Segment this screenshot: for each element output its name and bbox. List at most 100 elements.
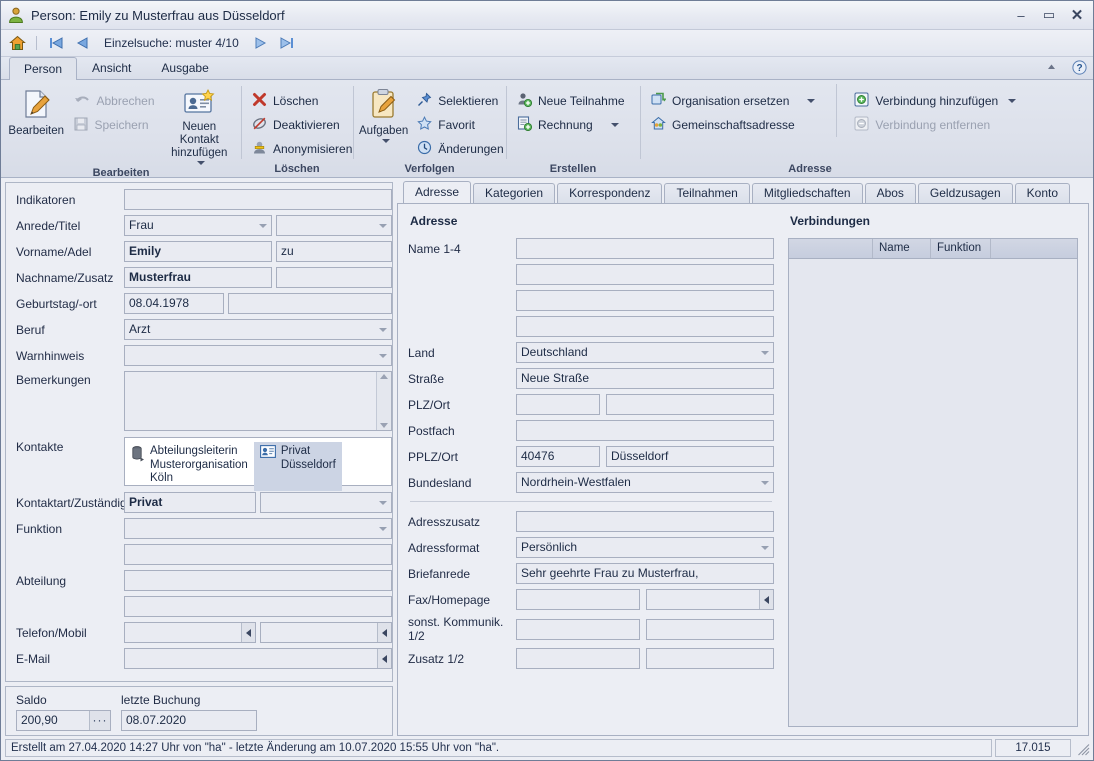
ribbon-button-verbindung-entfernen[interactable]: Verbindung entfernen: [849, 113, 1021, 137]
field-fax[interactable]: [516, 589, 640, 610]
field-land[interactable]: Deutschland: [516, 342, 774, 363]
field-vorname[interactable]: Emily: [124, 241, 272, 262]
ribbon-button-abbrechen[interactable]: Abbrechen: [69, 89, 159, 113]
ribbon-button-speichern[interactable]: Speichern: [69, 113, 159, 137]
field-geburtstag[interactable]: 08.04.1978: [124, 293, 224, 314]
homepage-dropdown-button[interactable]: [759, 590, 773, 609]
chevron-down-icon[interactable]: [379, 500, 387, 505]
ribbon-button-bearbeiten[interactable]: Bearbeiten: [7, 84, 65, 138]
field-abteilung2[interactable]: [124, 596, 392, 617]
chevron-down-icon[interactable]: [761, 350, 769, 355]
field-kontaktart[interactable]: Privat: [124, 492, 256, 513]
field-name4[interactable]: [516, 316, 774, 337]
ribbon-button-loeschen[interactable]: Löschen: [247, 89, 357, 113]
field-letzte-buchung[interactable]: 08.07.2020: [121, 710, 257, 731]
field-sonst-kommunik-2[interactable]: [646, 618, 774, 640]
tab-teilnahmen[interactable]: Teilnahmen: [664, 183, 750, 203]
field-abteilung[interactable]: [124, 570, 392, 591]
kontakte-list[interactable]: Abteilungsleiterin Musterorganisation Kö…: [124, 437, 392, 491]
field-zustaendig[interactable]: [260, 492, 392, 513]
ribbon-button-gemeinschaftsadresse[interactable]: Gemeinschaftsadresse: [646, 113, 820, 137]
field-anrede[interactable]: Frau: [124, 215, 272, 236]
saldo-details-button[interactable]: ···: [89, 711, 110, 730]
home-icon[interactable]: [7, 34, 27, 52]
field-strasse[interactable]: Neue Straße: [516, 368, 774, 389]
field-homepage[interactable]: [646, 589, 774, 610]
ribbon-button-selektieren[interactable]: Selektieren: [412, 89, 508, 113]
minimize-button[interactable]: –: [1007, 4, 1035, 26]
chevron-down-icon[interactable]: [259, 223, 267, 228]
ribbon-button-favorit[interactable]: Favorit: [412, 113, 508, 137]
field-email[interactable]: [124, 648, 392, 669]
field-titel[interactable]: [276, 215, 392, 236]
field-sonst-kommunik-1[interactable]: [516, 618, 640, 640]
tab-abos[interactable]: Abos: [864, 183, 916, 203]
scroll-down-icon[interactable]: [380, 423, 388, 428]
close-button[interactable]: ✕: [1063, 4, 1091, 26]
ribbon-button-aufgaben[interactable]: Aufgaben: [359, 84, 408, 143]
field-name3[interactable]: [516, 290, 774, 311]
field-plz[interactable]: [516, 394, 600, 415]
next-record-icon[interactable]: [251, 34, 271, 52]
field-port[interactable]: Düsseldorf: [606, 446, 774, 467]
chevron-down-icon[interactable]: [381, 139, 390, 143]
field-saldo[interactable]: 200,90 ···: [16, 710, 111, 731]
list-item[interactable]: Privat Düsseldorf: [253, 442, 342, 491]
field-funktion2[interactable]: [124, 544, 392, 565]
column-header-name[interactable]: Name: [873, 239, 931, 258]
field-bemerkungen[interactable]: [124, 371, 392, 431]
telefon-dropdown-button[interactable]: [241, 623, 255, 642]
list-item[interactable]: Abteilungsleiterin Musterorganisation Kö…: [125, 442, 254, 491]
ribbon-button-neue-teilnahme[interactable]: Neue Teilnahme: [512, 89, 630, 113]
ribbon-button-organisation-ersetzen[interactable]: Organisation ersetzen: [646, 89, 820, 113]
field-funktion[interactable]: [124, 518, 392, 539]
tab-konto[interactable]: Konto: [1014, 183, 1070, 203]
chevron-down-icon[interactable]: [379, 223, 387, 228]
chevron-down-icon[interactable]: [761, 480, 769, 485]
ribbon-button-verbindung-hinzufuegen[interactable]: Verbindung hinzufügen: [849, 89, 1021, 113]
field-telefon[interactable]: [124, 622, 256, 643]
field-zusatz-1[interactable]: [516, 648, 640, 669]
chevron-down-icon[interactable]: [379, 353, 387, 358]
collapse-ribbon-icon[interactable]: [1045, 61, 1058, 77]
field-name1[interactable]: [516, 238, 774, 259]
email-dropdown-button[interactable]: [377, 649, 391, 668]
field-adresszusatz[interactable]: [516, 511, 774, 532]
field-beruf[interactable]: Arzt: [124, 319, 392, 340]
field-mobil[interactable]: [260, 622, 392, 643]
first-record-icon[interactable]: [46, 34, 66, 52]
field-postfach[interactable]: [516, 420, 774, 441]
ribbon-button-deaktivieren[interactable]: Deaktivieren: [247, 113, 357, 137]
field-zusatz-2[interactable]: [646, 648, 774, 669]
previous-record-icon[interactable]: [72, 34, 92, 52]
ribbon-button-rechnung[interactable]: Rechnung: [512, 113, 630, 137]
field-geburtsort[interactable]: [228, 293, 392, 314]
ribbon-tab-ausgabe[interactable]: Ausgabe: [146, 57, 223, 79]
memo-scrollbar[interactable]: [376, 372, 391, 430]
scroll-up-icon[interactable]: [380, 374, 388, 379]
field-adel[interactable]: zu: [276, 241, 392, 262]
field-ort[interactable]: [606, 394, 774, 415]
chevron-down-icon[interactable]: [761, 545, 769, 550]
chevron-down-icon[interactable]: [1008, 99, 1017, 103]
field-briefanrede[interactable]: Sehr geehrte Frau zu Musterfrau,: [516, 563, 774, 584]
ribbon-tab-person[interactable]: Person: [9, 57, 78, 80]
field-pplz[interactable]: 40476: [516, 446, 600, 467]
chevron-down-icon[interactable]: [379, 526, 387, 531]
field-bundesland[interactable]: Nordrhein-Westfalen: [516, 472, 774, 493]
tab-mitgliedschaften[interactable]: Mitgliedschaften: [751, 183, 863, 203]
field-name2[interactable]: [516, 264, 774, 285]
chevron-down-icon[interactable]: [610, 123, 619, 127]
mobil-dropdown-button[interactable]: [377, 623, 391, 642]
column-header-spacer[interactable]: [991, 239, 1077, 258]
chevron-down-icon[interactable]: [807, 99, 816, 103]
ribbon-button-aenderungen[interactable]: Änderungen: [412, 137, 508, 161]
tab-geldzusagen[interactable]: Geldzusagen: [917, 183, 1013, 203]
connections-grid-body[interactable]: [789, 259, 1077, 726]
ribbon-tab-ansicht[interactable]: Ansicht: [77, 57, 146, 79]
field-nachname[interactable]: Musterfrau: [124, 267, 272, 288]
field-indikatoren[interactable]: [124, 189, 392, 210]
connections-grid[interactable]: Name Funktion: [788, 238, 1078, 727]
last-record-icon[interactable]: [277, 34, 297, 52]
tab-adresse[interactable]: Adresse: [403, 181, 472, 204]
